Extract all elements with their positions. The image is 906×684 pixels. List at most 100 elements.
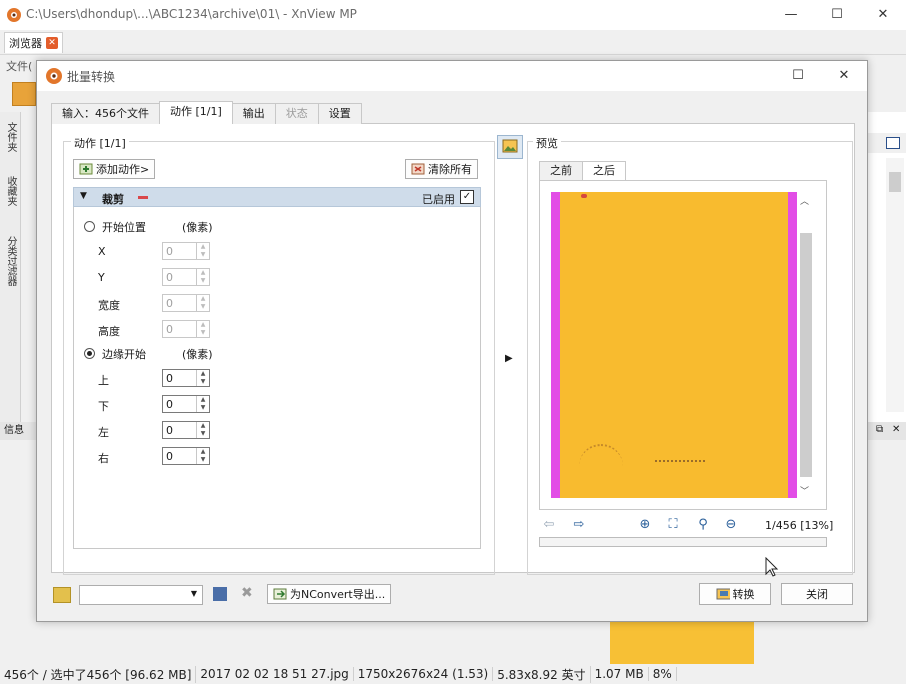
export-nconvert-button[interactable]: 为NConvert导出... (267, 584, 392, 604)
menu-file[interactable]: 文件( (6, 58, 32, 74)
field-width-label: 宽度 (98, 299, 120, 312)
side-tab-folders[interactable]: 文件夹 (2, 122, 18, 152)
start-position-radio[interactable] (84, 221, 95, 232)
close-panel-icon[interactable]: ✕ (892, 424, 900, 435)
tab-status[interactable]: 状态 (274, 103, 319, 124)
clear-all-icon (411, 163, 425, 175)
convert-button[interactable]: 转换 (699, 583, 771, 605)
export-nconvert-label: 为NConvert导出... (290, 588, 386, 601)
tab-browser-label: 浏览器 (9, 37, 42, 50)
xnview-logo-icon (46, 68, 62, 84)
add-action-button[interactable]: 添加动作> (73, 159, 156, 179)
page-mark (581, 194, 587, 198)
dialog-title: 批量转换 (67, 70, 116, 84)
preset-dropdown[interactable]: ▼ (79, 585, 203, 605)
zoom-icon[interactable]: ⚲ (695, 517, 711, 533)
tab-input[interactable]: 输入：456个文件 (51, 103, 160, 124)
tab-browser[interactable]: 浏览器 ✕ (4, 32, 63, 53)
status-selection: 456个 / 选中了456个 [96.62 MB] (0, 665, 197, 683)
convert-label: 转换 (732, 588, 755, 601)
right-info-bar: ⧉ ✕ (866, 422, 906, 440)
status-print-size: 5.83x8.92 英寸 (493, 665, 591, 683)
page-seal (579, 444, 623, 468)
field-left-input[interactable]: 0 ▲ ▼ (162, 421, 210, 439)
field-y-label: Y (98, 271, 105, 284)
minimize-button[interactable]: — (768, 0, 814, 30)
zoom-in-icon[interactable]: ⊕ (637, 517, 653, 533)
zoom-out-icon[interactable]: ⊖ (723, 517, 739, 533)
field-x-input[interactable]: 0 ▲ ▼ (162, 242, 210, 260)
status-filename: 2017 02 02 18 51 27.jpg (196, 667, 354, 681)
add-action-icon (79, 163, 93, 175)
crop-settings-panel: 开始位置 (像素) X 0 ▲ ▼ Y 0 ▲ ▼ 宽度 0 ▲ ▼ 高度 0 ▲ ▼ 边缘开始… (73, 207, 481, 549)
left-margin-band (551, 192, 560, 498)
clear-all-button[interactable]: 清除所有 (405, 159, 478, 179)
close-tab-icon[interactable]: ✕ (46, 37, 58, 49)
preview-scroll-thumb[interactable] (800, 233, 812, 477)
right-scrollbar[interactable] (886, 158, 904, 412)
crop-action-title: 裁剪 (102, 193, 124, 206)
layout-icon[interactable] (886, 137, 900, 149)
field-left-label: 左 (98, 426, 109, 439)
close-window-button[interactable]: ✕ (860, 0, 906, 30)
actions-group-title: 动作 [1/1] (71, 135, 129, 151)
tab-after[interactable]: 之后 (582, 161, 626, 180)
scroll-down-icon[interactable]: ﹀ (800, 484, 809, 497)
status-file-size: 1.07 MB (591, 667, 649, 681)
side-tab-favorites[interactable]: 收藏夹 (2, 176, 18, 206)
fit-to-window-icon[interactable]: ⛶ (665, 517, 681, 533)
right-panel-toolbar (862, 133, 906, 153)
chevron-down-icon: ▼ (190, 589, 197, 598)
info-panel-header: 信息 (0, 422, 40, 440)
tab-actions[interactable]: 动作 [1/1] (159, 101, 233, 124)
next-image-icon[interactable]: ⇨ (571, 517, 587, 533)
start-position-label: 开始位置 (102, 221, 146, 234)
export-icon (273, 588, 287, 600)
maximize-button[interactable]: ☐ (814, 0, 860, 30)
scroll-thumb[interactable] (889, 172, 901, 192)
image-preview-icon (502, 139, 518, 153)
field-height-input[interactable]: 0 ▲ ▼ (162, 320, 210, 338)
field-top-label: 上 (98, 374, 109, 387)
clear-all-label: 清除所有 (428, 163, 472, 176)
side-tab-category-filter[interactable]: 分类过滤器 (2, 236, 18, 286)
tab-output[interactable]: 输出 (231, 103, 276, 124)
dialog-close-button[interactable]: ✕ (821, 61, 867, 91)
field-top-input[interactable]: 0 ▲ ▼ (162, 369, 210, 387)
dialog-maximize-button[interactable]: ☐ (775, 61, 821, 91)
save-preset-icon[interactable] (213, 587, 227, 601)
field-bottom-input[interactable]: 0 ▲ ▼ (162, 395, 210, 413)
enabled-label: 已启用 (422, 193, 455, 206)
preview-toggle-button[interactable] (497, 135, 523, 159)
preview-thumbnail (610, 618, 754, 667)
tab-before[interactable]: 之前 (539, 161, 583, 180)
xnview-logo-icon (7, 8, 21, 22)
preview-scrollbar[interactable]: ︿ ﹀ (799, 192, 813, 498)
browse-toolbar-icon[interactable] (12, 82, 36, 106)
open-preset-folder-icon[interactable] (53, 587, 71, 603)
remove-action-icon[interactable] (138, 196, 148, 199)
from-edges-label: 边缘开始 (102, 348, 146, 361)
delete-preset-icon[interactable]: ✖ (241, 585, 253, 601)
dialog-tabs: 输入：456个文件 动作 [1/1] 输出 状态 设置 (51, 101, 362, 124)
expand-arrow-icon[interactable]: ▶ (505, 353, 513, 364)
crop-action-header[interactable]: ▼ 裁剪 已启用 ✓ (73, 187, 481, 207)
scroll-up-icon[interactable]: ︿ (800, 194, 809, 207)
from-edges-radio[interactable] (84, 348, 95, 359)
left-side-tabs: 文件夹 收藏夹 分类过滤器 (0, 112, 21, 422)
tab-settings[interactable]: 设置 (317, 103, 362, 124)
prev-image-icon[interactable]: ⇦ (541, 517, 557, 533)
enabled-checkbox[interactable]: ✓ (460, 190, 474, 204)
field-right-input[interactable]: 0 ▲ ▼ (162, 447, 210, 465)
collapse-triangle-icon[interactable]: ▼ (80, 191, 87, 201)
add-action-label: 添加动作> (96, 163, 150, 176)
float-panel-icon[interactable]: ⧉ (876, 424, 883, 435)
close-button[interactable]: 关闭 (781, 583, 853, 605)
close-label: 关闭 (806, 588, 828, 601)
window-title: C:\Users\dhondup\...\ABC1234\archive\01\… (26, 7, 357, 21)
main-tabbar (0, 30, 906, 55)
preview-group-title: 预览 (533, 135, 561, 151)
field-width-input[interactable]: 0 ▲ ▼ (162, 294, 210, 312)
field-y-input[interactable]: 0 ▲ ▼ (162, 268, 210, 286)
status-zoom: 8% (649, 667, 677, 681)
